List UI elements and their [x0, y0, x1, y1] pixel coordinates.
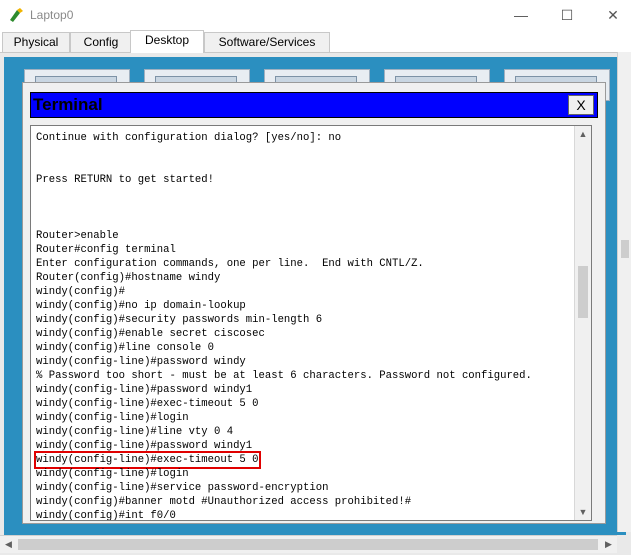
- highlighted-command: windy(config-line)#exec-timeout 5 0: [34, 451, 261, 469]
- console-line: % Password too short - must be at least …: [36, 370, 532, 382]
- tab-software-services[interactable]: Software/Services: [204, 32, 330, 52]
- minimize-button[interactable]: —: [498, 0, 544, 30]
- packet-tracer-laptop-icon: [10, 8, 23, 22]
- console-line: windy(config)#int f0/0: [36, 510, 176, 521]
- terminal-title: Terminal: [33, 95, 103, 114]
- close-window-button[interactable]: ✕: [590, 0, 631, 30]
- console-line: windy(config-line)#service password-encr…: [36, 482, 329, 494]
- console-output: Continue with configuration dialog? [yes…: [34, 131, 532, 521]
- console-line: Continue with configuration dialog? [yes…: [36, 132, 342, 144]
- console-line: windy(config-line)#login: [36, 468, 189, 480]
- terminal-header: Terminal X: [30, 92, 598, 118]
- console-line: windy(config-line)#login: [36, 412, 189, 424]
- console-line: windy(config)#enable secret ciscosec: [36, 328, 265, 340]
- scroll-up-icon[interactable]: ▲: [575, 126, 591, 142]
- tab-physical[interactable]: Physical: [2, 32, 70, 52]
- console-line: Router>enable: [36, 230, 119, 242]
- console-line: windy(config-line)#exec-timeout 5 0: [36, 398, 259, 410]
- terminal-console[interactable]: Continue with configuration dialog? [yes…: [30, 125, 592, 521]
- terminal-window: Terminal X Continue with configuration d…: [22, 82, 606, 524]
- console-line: windy(config-line)#line vty 0 4: [36, 426, 234, 438]
- tab-config[interactable]: Config: [70, 32, 132, 52]
- console-line: Press RETURN to get started!: [36, 174, 215, 186]
- console-line: Enter configuration commands, one per li…: [36, 258, 424, 270]
- console-line: windy(config)#: [36, 286, 126, 298]
- device-tabs: Physical Config Desktop Software/Service…: [0, 30, 631, 53]
- console-line: windy(config-line)#password windy: [36, 356, 246, 368]
- console-line: Router#config terminal: [36, 244, 176, 256]
- console-line: windy(config)#line console 0: [36, 342, 215, 354]
- terminal-close-button[interactable]: X: [568, 95, 594, 115]
- window-titlebar: Laptop0 — ☐ ✕: [0, 0, 631, 30]
- console-vertical-scrollbar[interactable]: ▲ ▼: [574, 126, 591, 520]
- console-line: windy(config-line)#exec-timeout 5 0: [34, 451, 532, 469]
- tab-desktop[interactable]: Desktop: [130, 30, 204, 53]
- console-line: windy(config)#banner motd #Unauthorized …: [36, 496, 412, 508]
- scrollbar-thumb[interactable]: [578, 266, 588, 318]
- scroll-right-icon[interactable]: ▶: [600, 536, 617, 553]
- console-line: windy(config)#security passwords min-len…: [36, 314, 323, 326]
- window-title: Laptop0: [30, 8, 74, 22]
- console-line: windy(config-line)#password windy1: [36, 440, 253, 452]
- scrollbar-thumb[interactable]: [18, 539, 598, 550]
- console-line: windy(config-line)#password windy1: [36, 384, 253, 396]
- console-line: windy(config)#no ip domain-lookup: [36, 300, 246, 312]
- scroll-left-icon[interactable]: ◀: [0, 536, 17, 553]
- scrollbar-thumb[interactable]: [621, 240, 629, 258]
- scroll-down-icon[interactable]: ▼: [575, 504, 591, 520]
- console-line: Router(config)#hostname windy: [36, 272, 221, 284]
- desktop-horizontal-scrollbar[interactable]: ◀ ▶: [0, 535, 617, 553]
- window-vertical-scrollbar[interactable]: [617, 52, 631, 532]
- maximize-button[interactable]: ☐: [544, 0, 590, 30]
